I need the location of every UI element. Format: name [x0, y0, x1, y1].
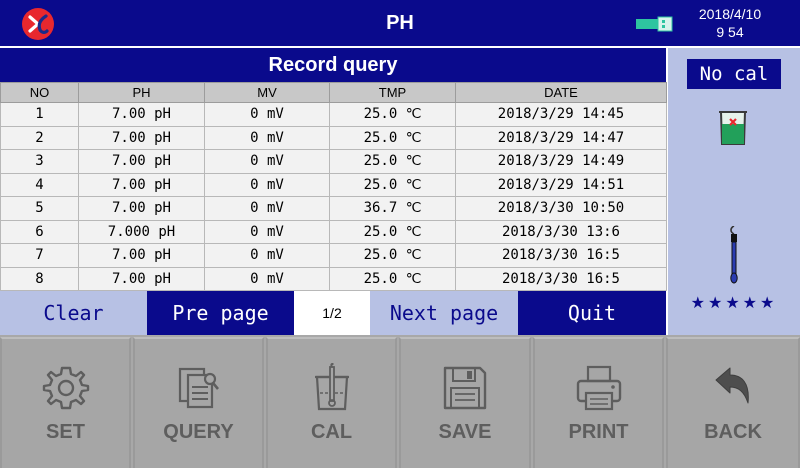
cell-ph: 7.000 pH: [78, 219, 205, 244]
cell-mv: 0 mV: [204, 219, 330, 244]
status-side-panel: No cal ★★★★★: [668, 48, 800, 335]
rating-stars: ★★★★★: [690, 293, 778, 312]
cell-no: 4: [0, 172, 79, 197]
cell-no: 6: [0, 219, 79, 244]
cell-ph: 7.00 pH: [78, 266, 205, 291]
table-row[interactable]: 4 7.00 pH 0 mV 25.0 ℃ 2018/3/29 14:51: [0, 172, 667, 197]
quit-button[interactable]: Quit: [518, 291, 666, 335]
back-arrow-icon: [668, 363, 798, 413]
query-button[interactable]: QUERY: [133, 337, 264, 468]
printer-icon: [535, 363, 662, 413]
cell-no: 1: [0, 102, 79, 127]
cell-mv: 0 mV: [204, 125, 330, 150]
cell-tmp: 25.0 ℃: [329, 266, 456, 291]
gear-icon: [2, 363, 129, 413]
electrode-probe-icon: [725, 225, 743, 293]
record-panel: Record query NO PH MV TMP DATE 1 7.00 pH…: [0, 48, 667, 291]
beaker-probe-icon: [268, 363, 395, 413]
cell-mv: 0 mV: [204, 196, 330, 221]
page-indicator: 1/2: [294, 291, 370, 335]
query-label: QUERY: [163, 421, 234, 443]
cell-ph: 7.00 pH: [78, 102, 205, 127]
column-header-ph: PH: [78, 82, 205, 103]
table-header-row: NO PH MV TMP DATE: [0, 82, 667, 103]
header-bar: PH 2018/4/10 9 54: [0, 0, 800, 46]
cell-mv: 0 mV: [204, 266, 330, 291]
back-button[interactable]: BACK: [666, 337, 800, 468]
cell-ph: 7.00 pH: [78, 149, 205, 174]
print-label: PRINT: [568, 421, 629, 443]
set-label: SET: [46, 421, 85, 443]
usb-icon: [636, 16, 674, 37]
page-title: PH: [386, 12, 414, 34]
record-table: NO PH MV TMP DATE 1 7.00 pH 0 mV 25.0 ℃ …: [0, 82, 667, 291]
cell-tmp: 25.0 ℃: [329, 125, 456, 150]
table-row[interactable]: 5 7.00 pH 0 mV 36.7 ℃ 2018/3/30 10:50: [0, 196, 667, 221]
cell-no: 5: [0, 196, 79, 221]
clear-button[interactable]: Clear: [0, 291, 147, 335]
column-header-date: DATE: [455, 82, 667, 103]
cell-date: 2018/3/30 13:6: [455, 219, 667, 244]
cell-ph: 7.00 pH: [78, 243, 205, 268]
cell-date: 2018/3/29 14:51: [455, 172, 667, 197]
cell-no: 3: [0, 149, 79, 174]
cal-label: CAL: [310, 421, 353, 443]
beaker-icon: [717, 108, 749, 153]
column-header-mv: MV: [204, 82, 330, 103]
back-label: BACK: [704, 421, 762, 443]
print-button[interactable]: PRINT: [533, 337, 664, 468]
table-row[interactable]: 3 7.00 pH 0 mV 25.0 ℃ 2018/3/29 14:49: [0, 149, 667, 174]
cell-no: 7: [0, 243, 79, 268]
column-header-tmp: TMP: [329, 82, 456, 103]
cell-date: 2018/3/30 16:5: [455, 266, 667, 291]
cell-tmp: 25.0 ℃: [329, 172, 456, 197]
table-row[interactable]: 8 7.00 pH 0 mV 25.0 ℃ 2018/3/30 16:5: [0, 266, 667, 291]
cell-date: 2018/3/30 16:5: [455, 243, 667, 268]
date-text: 2018/4/10: [698, 6, 762, 22]
cal-button[interactable]: CAL: [266, 337, 397, 468]
cell-date: 2018/3/29 14:45: [455, 102, 667, 127]
column-header-no: NO: [0, 82, 79, 103]
cell-date: 2018/3/30 10:50: [455, 196, 667, 221]
save-button[interactable]: SAVE: [399, 337, 531, 468]
cell-tmp: 25.0 ℃: [329, 102, 456, 127]
cell-mv: 0 mV: [204, 243, 330, 268]
table-row[interactable]: 2 7.00 pH 0 mV 25.0 ℃ 2018/3/29 14:47: [0, 125, 667, 150]
cell-date: 2018/3/29 14:47: [455, 125, 667, 150]
cell-tmp: 25.0 ℃: [329, 149, 456, 174]
cell-tmp: 25.0 ℃: [329, 243, 456, 268]
cell-date: 2018/3/29 14:49: [455, 149, 667, 174]
calibration-status-badge: No cal: [687, 59, 781, 89]
cell-no: 2: [0, 125, 79, 150]
cell-ph: 7.00 pH: [78, 196, 205, 221]
time-text: 9 54: [716, 24, 744, 40]
cell-tmp: 25.0 ℃: [329, 219, 456, 244]
next-page-button[interactable]: Next page: [370, 291, 518, 335]
cell-ph: 7.00 pH: [78, 172, 205, 197]
table-row[interactable]: 7 7.00 pH 0 mV 25.0 ℃ 2018/3/30 16:5: [0, 243, 667, 268]
datetime-display: 2018/4/10 9 54: [684, 5, 776, 41]
save-label: SAVE: [438, 421, 492, 443]
floppy-disk-icon: [401, 363, 529, 413]
set-button[interactable]: SET: [0, 337, 131, 468]
cell-mv: 0 mV: [204, 102, 330, 127]
record-panel-title: Record query: [0, 48, 666, 82]
cell-mv: 0 mV: [204, 149, 330, 174]
document-search-icon: [135, 363, 262, 413]
function-key-bar: SET QUERY CAL SAVE PRINT BACK: [0, 335, 800, 468]
cell-ph: 7.00 pH: [78, 125, 205, 150]
cell-tmp: 36.7 ℃: [329, 196, 456, 221]
cell-no: 8: [0, 266, 79, 291]
table-row[interactable]: 6 7.000 pH 0 mV 25.0 ℃ 2018/3/30 13:6: [0, 219, 667, 244]
pre-page-button[interactable]: Pre page: [147, 291, 294, 335]
cell-mv: 0 mV: [204, 172, 330, 197]
table-row[interactable]: 1 7.00 pH 0 mV 25.0 ℃ 2018/3/29 14:45: [0, 102, 667, 127]
record-action-bar: Clear Pre page 1/2 Next page Quit: [0, 291, 666, 335]
